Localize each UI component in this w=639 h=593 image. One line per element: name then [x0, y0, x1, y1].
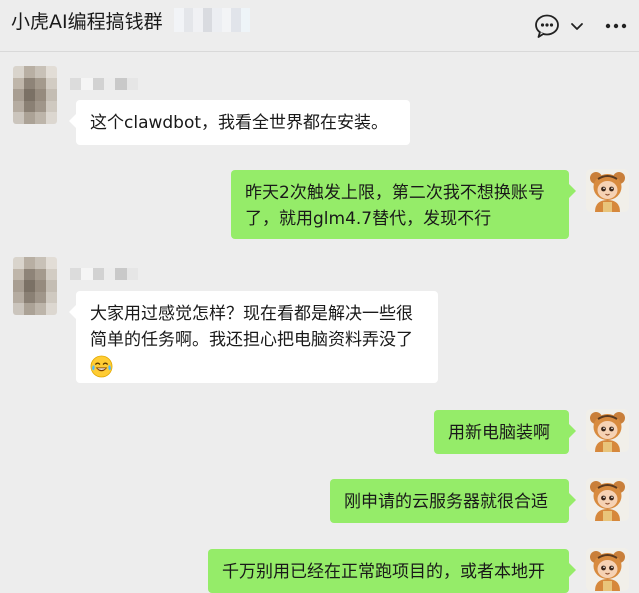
message-bubble[interactable]: 昨天2次触发上限，第二次我不想换账号 了，就用glm4.7替代，发现不行: [231, 170, 576, 239]
message-bubble[interactable]: 大家用过感觉怎样？现在看都是解决一些很 简单的任务啊。我还担心把电脑资料弄没了: [69, 291, 438, 383]
message-bubble[interactable]: 千万别用已经在正常跑项目的，或者本地开: [208, 549, 576, 593]
self-avatar[interactable]: [586, 409, 629, 452]
tears-of-joy-emoji: [90, 355, 113, 377]
message-text: 简单的任务啊。我还担心把电脑资料弄没了: [90, 330, 413, 350]
self-avatar[interactable]: [586, 478, 629, 521]
more-icon[interactable]: [601, 12, 631, 40]
message-bubble[interactable]: 这个clawdbot，我看全世界都在安装。: [69, 100, 410, 145]
message-text: 刚申请的云服务器就很合适: [344, 492, 548, 512]
member-avatar-redacted[interactable]: [13, 66, 57, 124]
message-bubble[interactable]: 刚申请的云服务器就很合适: [330, 479, 576, 523]
title-member-count-redacted: [174, 8, 250, 32]
message-text: 了，就用glm4.7替代，发现不行: [245, 209, 492, 229]
chat-header: 小虎AI编程搞钱群: [0, 0, 639, 52]
message-bubble[interactable]: 用新电脑装啊: [434, 410, 576, 454]
member-avatar-redacted[interactable]: [13, 257, 57, 315]
message-text: 千万别用已经在正常跑项目的，或者本地开: [222, 562, 545, 582]
chevron-down-icon[interactable]: [567, 16, 587, 36]
self-avatar[interactable]: [586, 169, 629, 212]
member-name-redacted: [70, 78, 138, 90]
message-text: 用新电脑装啊: [448, 423, 550, 443]
chat-title[interactable]: 小虎AI编程搞钱群: [11, 7, 163, 34]
message-text: 大家用过感觉怎样？现在看都是解决一些很: [90, 304, 413, 324]
message-text: 这个clawdbot，我看全世界都在安装。: [90, 113, 389, 133]
member-name-redacted: [70, 268, 138, 280]
chat-bubble-icon[interactable]: [533, 12, 561, 40]
message-text: 昨天2次触发上限，第二次我不想换账号: [245, 183, 545, 203]
